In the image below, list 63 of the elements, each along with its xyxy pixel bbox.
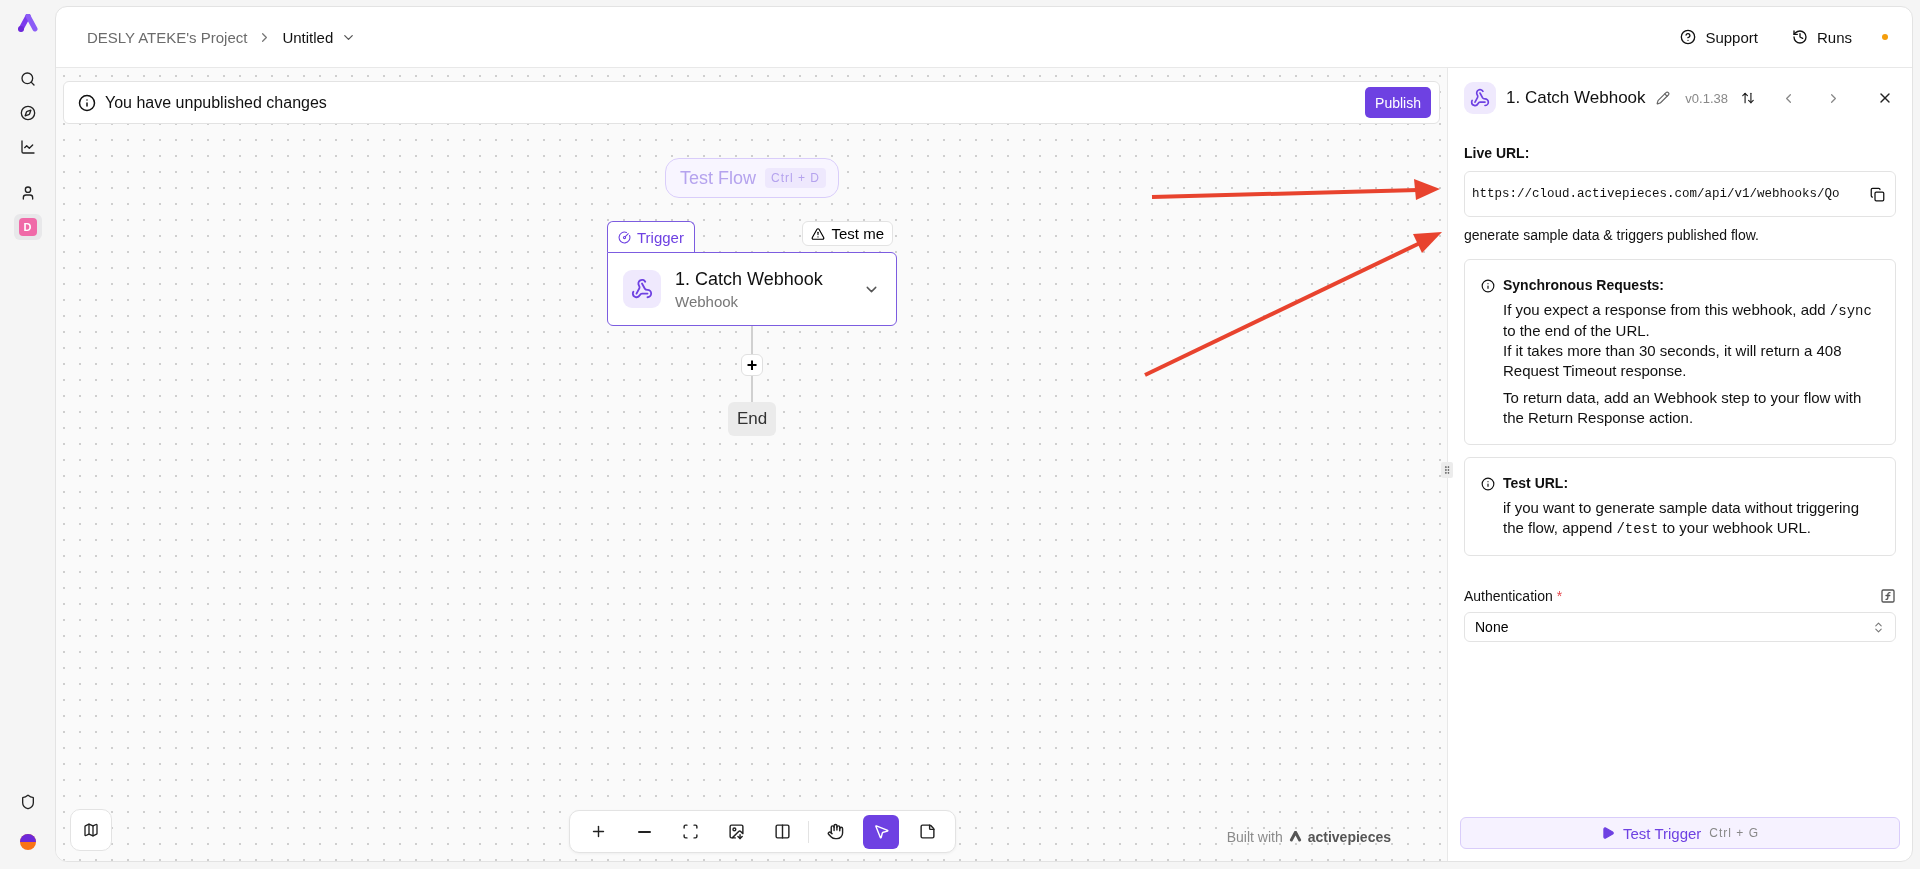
- logo-icon[interactable]: [16, 14, 39, 34]
- built-with-text: Built with: [1226, 829, 1283, 845]
- banner-text: You have unpublished changes: [105, 93, 328, 112]
- image-icon: [727, 823, 745, 840]
- search-icon: [19, 71, 36, 87]
- trigger-label: Trigger: [637, 228, 684, 246]
- project-link[interactable]: DESLY ATEKE's Project: [87, 28, 248, 46]
- card-text: If you expect a response from this webhook, add /sync to the end of the URL.: [1503, 300, 1873, 341]
- pointer-icon: [872, 823, 890, 840]
- info-icon: [1481, 477, 1495, 491]
- test-trigger-button[interactable]: Test Trigger Ctrl + G: [1460, 817, 1900, 849]
- updown-icon: [1872, 620, 1885, 634]
- edit-icon[interactable]: [1655, 91, 1670, 105]
- field-label: Authentication *: [1464, 588, 1564, 604]
- info-icon: [1481, 279, 1495, 293]
- card-title: Test URL:: [1503, 475, 1570, 491]
- trigger-node[interactable]: 1. Catch Webhook Webhook: [607, 252, 897, 326]
- trigger-icon: [618, 230, 631, 244]
- url-description: generate sample data & triggers published flow.: [1464, 227, 1760, 243]
- note-icon: [918, 823, 936, 840]
- help-icon: [1680, 29, 1697, 45]
- node-subtitle: Webhook: [675, 292, 740, 310]
- version-label: v0.1.38: [1685, 90, 1728, 106]
- support-button[interactable]: Support: [1676, 24, 1762, 50]
- card-title: Synchronous Requests:: [1503, 277, 1666, 293]
- swap-icon: [1741, 91, 1755, 105]
- play-icon: [1600, 826, 1615, 840]
- url-field[interactable]: https://cloud.activepieces.com/api/v1/webhooks/Qo: [1464, 171, 1896, 217]
- authentication-select[interactable]: None: [1464, 612, 1896, 642]
- warning-icon: [811, 226, 826, 241]
- flow-name[interactable]: Untitled: [282, 28, 334, 46]
- field-label: Live URL:: [1464, 145, 1531, 161]
- info-icon: [78, 93, 96, 112]
- end-node: End: [727, 402, 777, 436]
- hand-icon: [826, 823, 844, 840]
- compass-icon: [19, 105, 36, 121]
- step-title: 1. Catch Webhook: [1506, 88, 1646, 108]
- copy-icon[interactable]: [1870, 186, 1885, 202]
- function-icon[interactable]: [1880, 588, 1896, 604]
- minimap-button[interactable]: [70, 809, 112, 851]
- toolbar-button[interactable]: [863, 814, 899, 849]
- card-text: If it takes more than 30 seconds, it will return a 408 Request Timeout response.: [1503, 341, 1843, 381]
- logo-icon: [1288, 831, 1302, 843]
- publish-button[interactable]: Publish: [1365, 87, 1431, 118]
- fit-view-icon: [681, 823, 699, 840]
- grip-icon: [1442, 465, 1452, 475]
- webhook-icon: [1470, 88, 1490, 108]
- add-step-button[interactable]: +: [741, 354, 763, 376]
- test-me-button[interactable]: Test me: [802, 221, 893, 246]
- shield-icon: [19, 794, 36, 810]
- card-text: To return data, add an Webhook step to your flow with the Return Response action.: [1503, 388, 1863, 428]
- history-icon: [1791, 29, 1808, 45]
- brand-name[interactable]: activepieces: [1307, 829, 1391, 845]
- avatar-icon: [18, 833, 37, 851]
- webhook-icon: [631, 278, 653, 300]
- node-title: 1. Catch Webhook: [675, 268, 824, 290]
- card-text: if you want to generate sample data without triggering the flow, append /test to your webhook URL.: [1503, 498, 1861, 539]
- map-icon: [83, 822, 99, 838]
- minus-icon: [637, 830, 651, 833]
- chart-icon: [19, 139, 36, 155]
- resize-handle[interactable]: [1441, 462, 1453, 478]
- runs-button[interactable]: Runs: [1787, 24, 1856, 50]
- panel-icon: [773, 823, 791, 840]
